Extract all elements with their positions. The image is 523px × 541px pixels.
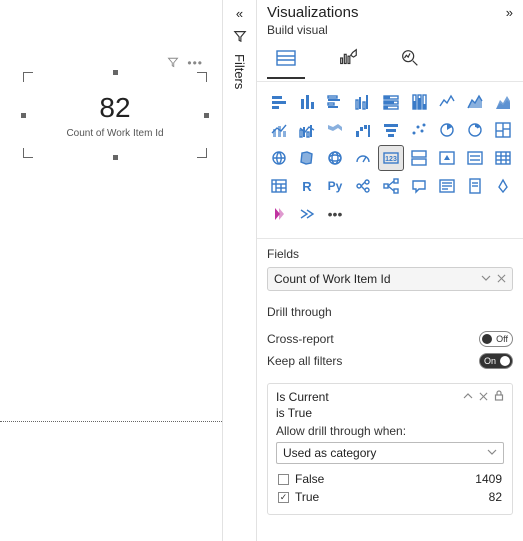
viz-slicer[interactable] bbox=[463, 146, 487, 170]
build-visual-label: Build visual bbox=[257, 23, 523, 39]
viz-gauge[interactable] bbox=[351, 146, 375, 170]
chevron-down-icon bbox=[487, 446, 497, 460]
card-value: 82 bbox=[99, 92, 130, 124]
tab-analytics[interactable] bbox=[393, 41, 427, 75]
viz-clustered-bar[interactable] bbox=[323, 90, 347, 114]
viz-waterfall[interactable] bbox=[351, 118, 375, 142]
viz-stacked-bar[interactable] bbox=[267, 90, 291, 114]
viz-arcgis[interactable] bbox=[491, 174, 515, 198]
viz-pie[interactable] bbox=[435, 118, 459, 142]
viz-funnel[interactable] bbox=[379, 118, 403, 142]
filter-value-count: 1409 bbox=[475, 472, 502, 486]
filter-value-label: False bbox=[295, 472, 324, 486]
viz-stacked-bar-100[interactable] bbox=[379, 90, 403, 114]
drill-field-name: Is Current bbox=[276, 390, 329, 404]
viz-powerapps[interactable] bbox=[267, 202, 291, 226]
more-options-icon[interactable]: ••• bbox=[187, 56, 203, 72]
viz-filled-map[interactable] bbox=[295, 146, 319, 170]
viz-line[interactable] bbox=[435, 90, 459, 114]
drill-through-field-box: Is Current is True Allow drill through w… bbox=[267, 383, 513, 515]
keep-all-filters-toggle[interactable]: On bbox=[479, 353, 513, 369]
drill-mode-select[interactable]: Used as category bbox=[276, 442, 504, 464]
viz-globe[interactable] bbox=[323, 146, 347, 170]
checkbox-icon[interactable] bbox=[278, 474, 289, 485]
resize-handle[interactable] bbox=[21, 113, 26, 118]
viz-scatter[interactable] bbox=[407, 118, 431, 142]
viz-decomp-tree[interactable] bbox=[379, 174, 403, 198]
field-well[interactable]: Count of Work Item Id bbox=[267, 267, 513, 291]
viz-qna[interactable] bbox=[407, 174, 431, 198]
viz-paginated[interactable] bbox=[463, 174, 487, 198]
visualizations-pane: Visualizations » Build visual 123RPy••• … bbox=[256, 0, 523, 541]
panel-title: Visualizations bbox=[267, 4, 358, 21]
viz-stacked-col[interactable] bbox=[295, 90, 319, 114]
collapse-icon[interactable]: « bbox=[236, 6, 243, 21]
viz-narrative[interactable] bbox=[435, 174, 459, 198]
filters-pane-collapsed[interactable]: « Filters bbox=[222, 0, 256, 541]
filter-icon[interactable] bbox=[167, 56, 179, 72]
tab-format-visual[interactable] bbox=[331, 41, 365, 75]
allow-drill-label: Allow drill through when: bbox=[276, 424, 504, 438]
remove-filter-icon[interactable] bbox=[479, 390, 488, 404]
tab-build-visual[interactable] bbox=[269, 41, 303, 75]
viz-map[interactable] bbox=[267, 146, 291, 170]
filter-value-row[interactable]: False 1409 bbox=[276, 470, 504, 488]
card-field-label: Count of Work Item Id bbox=[66, 128, 163, 139]
remove-field-icon[interactable] bbox=[497, 272, 506, 286]
visual-gallery: 123 RPy ••• bbox=[257, 82, 523, 232]
viz-table[interactable] bbox=[491, 146, 515, 170]
cross-report-label: Cross-report bbox=[267, 332, 334, 346]
viz-more-visuals[interactable]: ••• bbox=[323, 202, 347, 226]
chevron-down-icon[interactable] bbox=[481, 272, 491, 286]
viz-multi-row[interactable] bbox=[407, 146, 431, 170]
viz-kpi[interactable] bbox=[435, 146, 459, 170]
select-value: Used as category bbox=[283, 446, 376, 460]
viz-card[interactable]: 123 bbox=[379, 146, 403, 170]
card-visual[interactable]: ••• 82 Count of Work Item Id bbox=[23, 72, 207, 158]
viz-line-stacked-col[interactable] bbox=[267, 118, 291, 142]
viz-r-visual[interactable]: R bbox=[295, 174, 319, 198]
page-boundary bbox=[0, 421, 222, 422]
resize-handle[interactable] bbox=[113, 155, 118, 160]
svg-text:123: 123 bbox=[385, 156, 397, 163]
viz-stacked-area[interactable] bbox=[491, 90, 515, 114]
lock-icon[interactable] bbox=[494, 390, 504, 404]
cross-report-toggle[interactable]: Off bbox=[479, 331, 513, 347]
filters-label: Filters bbox=[232, 54, 247, 89]
expand-icon[interactable]: » bbox=[506, 5, 513, 20]
resize-handle[interactable] bbox=[113, 70, 118, 75]
fields-section-label: Fields bbox=[257, 239, 523, 267]
viz-powerautomate[interactable] bbox=[295, 202, 319, 226]
drill-field-condition: is True bbox=[276, 406, 504, 420]
filters-icon[interactable] bbox=[233, 29, 247, 46]
chevron-up-icon[interactable] bbox=[463, 390, 473, 404]
viz-matrix[interactable] bbox=[267, 174, 291, 198]
viz-stacked-col-100[interactable] bbox=[407, 90, 431, 114]
report-canvas[interactable]: ••• 82 Count of Work Item Id bbox=[0, 0, 222, 541]
viz-py-visual[interactable]: Py bbox=[323, 174, 347, 198]
viz-line-clustered-col[interactable] bbox=[295, 118, 319, 142]
field-well-value: Count of Work Item Id bbox=[274, 272, 391, 286]
drill-through-label: Drill through bbox=[267, 299, 513, 325]
viz-clustered-col[interactable] bbox=[351, 90, 375, 114]
filter-value-count: 82 bbox=[489, 490, 502, 504]
resize-handle[interactable] bbox=[204, 113, 209, 118]
filter-value-row[interactable]: ✓ True 82 bbox=[276, 488, 504, 506]
viz-key-influencers[interactable] bbox=[351, 174, 375, 198]
filter-value-label: True bbox=[295, 490, 319, 504]
viz-area[interactable] bbox=[463, 90, 487, 114]
viz-treemap[interactable] bbox=[491, 118, 515, 142]
checkbox-icon[interactable]: ✓ bbox=[278, 492, 289, 503]
viz-ribbon[interactable] bbox=[323, 118, 347, 142]
keep-all-filters-label: Keep all filters bbox=[267, 354, 342, 368]
viz-donut[interactable] bbox=[463, 118, 487, 142]
filter-values-list: False 1409 ✓ True 82 bbox=[276, 470, 504, 506]
